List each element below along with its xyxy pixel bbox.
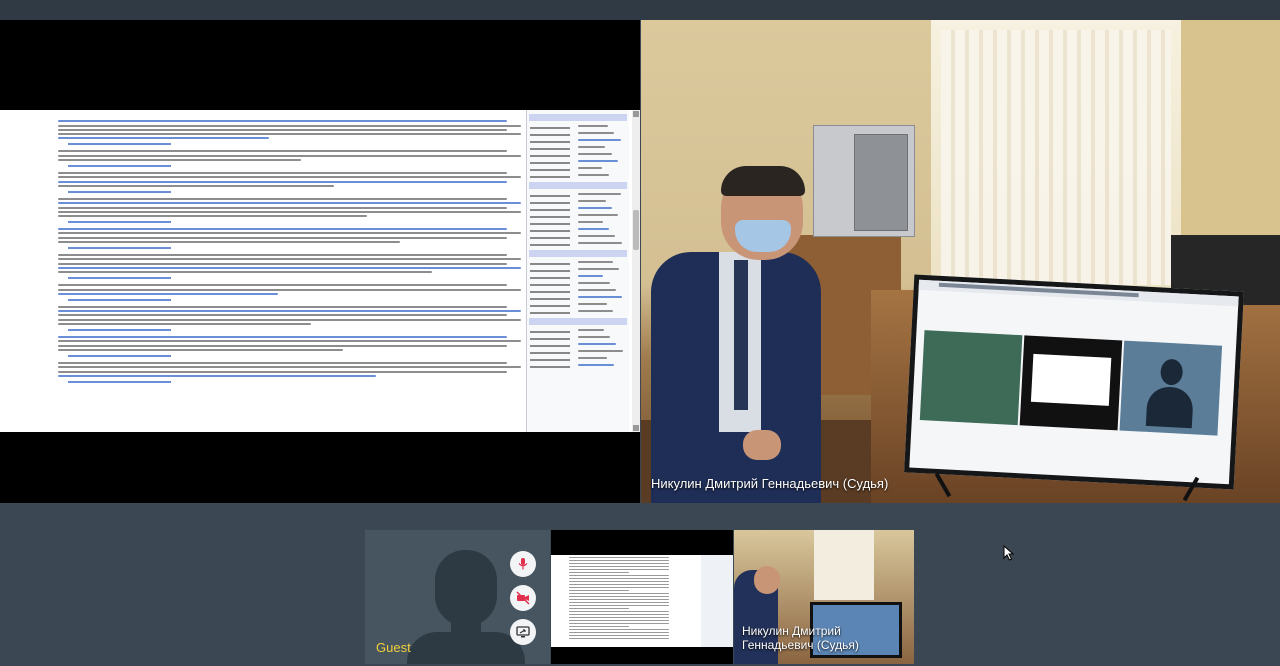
document-paragraph [58,336,526,351]
mouse-cursor-icon [1003,545,1015,561]
document-paragraph [58,228,526,244]
document-paragraph [58,361,526,377]
participant-tile-screen-share[interactable] [551,530,733,664]
courtroom-monitor [904,274,1244,490]
camera-toggle-button[interactable] [510,585,536,611]
participant-tile-guest[interactable]: Guest [365,530,550,664]
document-scrollbar[interactable] [632,110,640,432]
camera-off-icon [516,591,530,605]
top-bar [0,0,1280,20]
judge-person [651,166,831,503]
document-paragraph [58,254,526,274]
window-curtain [941,30,1171,285]
document-paragraph [58,150,526,162]
participant-tile-judge[interactable]: Никулин Дмитрий Геннадьевич (Судья) [734,530,914,664]
mic-button[interactable] [510,551,536,577]
participant-name-label: Guest [376,640,411,655]
document-paragraph [58,172,526,187]
shared-document [0,110,640,432]
screen-share-icon [516,626,530,638]
avatar [435,550,497,626]
main-speaker-label: Никулин Дмитрий Геннадьевич (Судья) [651,476,889,491]
main-video-feed[interactable]: Никулин Дмитрий Геннадьевич (Судья) [641,20,1280,503]
screen-share-thumbnail [551,555,733,647]
shared-screen-panel[interactable] [0,20,640,503]
screen-share-button[interactable] [510,619,536,645]
microphone-icon [518,558,528,570]
face-mask [735,220,791,252]
document-paragraph [58,284,526,295]
document-paragraph [58,120,526,140]
document-body [58,118,526,428]
document-paragraph [58,305,526,326]
document-paragraph [58,197,526,218]
document-infobox [526,110,629,432]
participant-name-label: Никулин Дмитрий Геннадьевич (Судья) [742,624,859,652]
